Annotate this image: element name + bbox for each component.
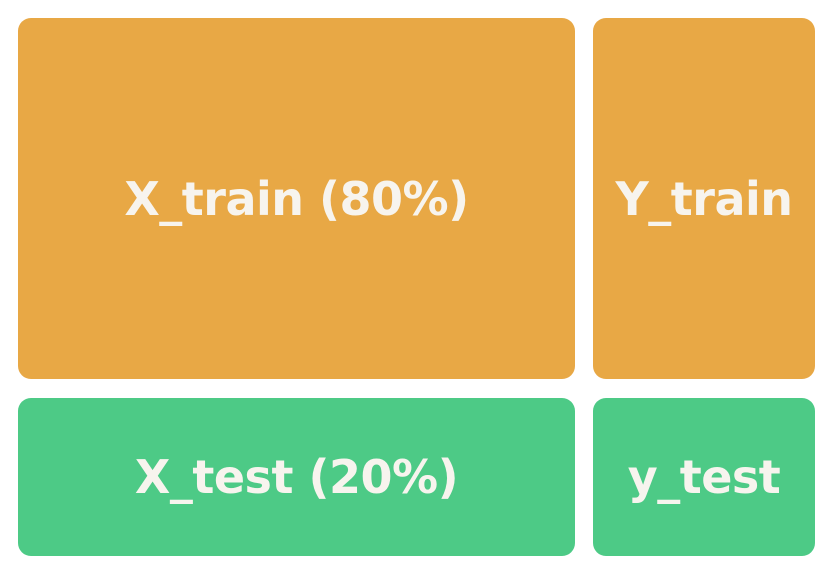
y-test-label: y_test [627, 450, 781, 504]
x-train-block: X_train (80%) [18, 18, 575, 379]
train-test-split-diagram: X_train (80%) Y_train X_test (20%) y_tes… [0, 0, 830, 580]
x-test-block: X_test (20%) [18, 398, 575, 556]
x-train-label: X_train (80%) [124, 171, 469, 226]
y-train-block: Y_train [593, 18, 815, 379]
y-train-label: Y_train [615, 171, 793, 226]
y-test-block: y_test [593, 398, 815, 556]
x-test-label: X_test (20%) [134, 450, 459, 504]
